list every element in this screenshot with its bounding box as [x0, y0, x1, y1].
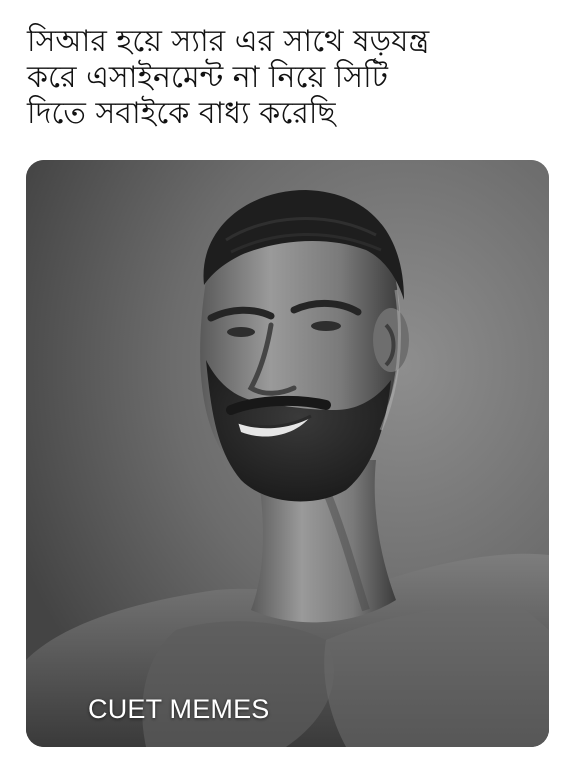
meme-caption: সিআর হয়ে স্যার এর সাথে ষড়যন্ত্র করে এস… [27, 24, 557, 132]
man-portrait-illustration [26, 160, 549, 747]
caption-line-2: করে এসাইনমেন্ট না নিয়ে সিটি [27, 60, 389, 95]
meme-photo: CUET MEMES [26, 160, 549, 747]
caption-line-3: দিতে সবাইকে বাধ্য করেছি [27, 96, 336, 131]
watermark-text: CUET MEMES [88, 694, 270, 724]
caption-line-1: সিআর হয়ে স্যার এর সাথে ষড়যন্ত্র [27, 24, 430, 59]
